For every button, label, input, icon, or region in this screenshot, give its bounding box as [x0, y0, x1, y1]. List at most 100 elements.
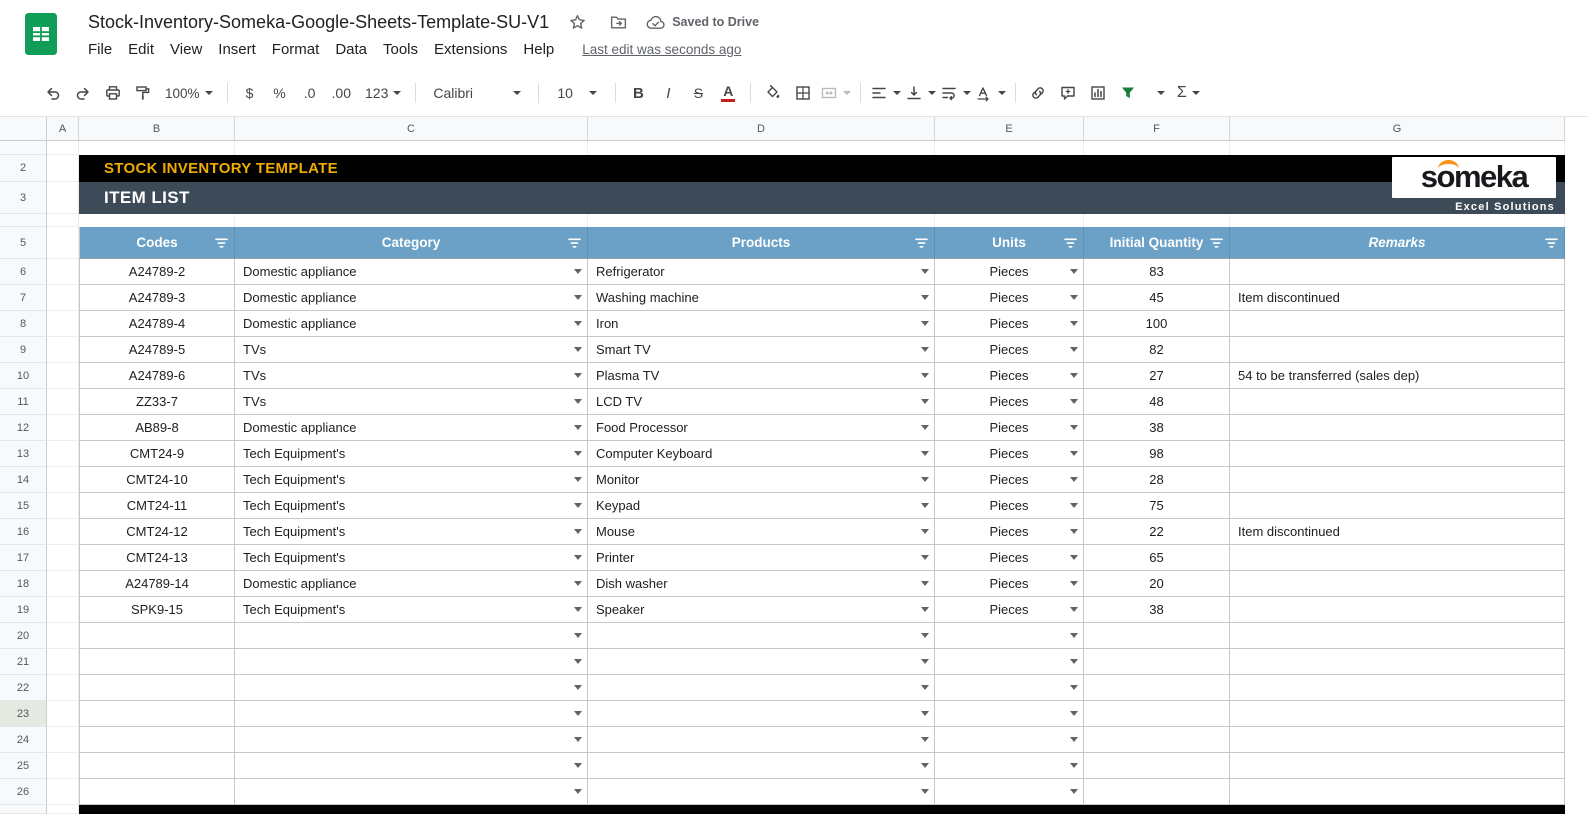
dropdown-icon[interactable] — [1070, 477, 1078, 482]
cell-g[interactable] — [1230, 141, 1565, 155]
dropdown-icon[interactable] — [921, 529, 929, 534]
increase-decimal-button[interactable]: .00 — [327, 79, 356, 107]
row-header-2[interactable]: 2 — [0, 155, 47, 182]
row-header-6[interactable]: 6 — [0, 259, 47, 285]
strikethrough-button[interactable]: S — [685, 79, 711, 107]
dropdown-icon[interactable] — [1070, 711, 1078, 716]
cell-qty[interactable] — [1084, 779, 1230, 805]
cell-product[interactable] — [588, 727, 935, 753]
cell-category[interactable]: Domestic appliance — [235, 259, 588, 285]
dropdown-icon[interactable] — [1070, 399, 1078, 404]
cell-product[interactable]: Printer — [588, 545, 935, 571]
cell-product[interactable]: Food Processor — [588, 415, 935, 441]
font-size-select[interactable]: 10 — [548, 79, 606, 107]
cell-qty[interactable]: 65 — [1084, 545, 1230, 571]
cell-category[interactable]: TVs — [235, 389, 588, 415]
dropdown-icon[interactable] — [1070, 269, 1078, 274]
cell-a[interactable] — [47, 519, 79, 545]
cell-a[interactable] — [47, 805, 79, 814]
cell-remarks[interactable] — [1230, 571, 1565, 597]
column-header-g[interactable]: G — [1230, 117, 1565, 140]
cell-remarks[interactable] — [1230, 259, 1565, 285]
dropdown-icon[interactable] — [574, 347, 582, 352]
dropdown-icon[interactable] — [574, 685, 582, 690]
create-filter-button[interactable] — [1115, 79, 1141, 107]
format-percent-button[interactable]: % — [267, 79, 293, 107]
move-to-folder-button[interactable] — [605, 9, 631, 35]
functions-button[interactable]: Σ — [1175, 79, 1201, 107]
cell-remarks[interactable] — [1230, 337, 1565, 363]
column-filter-icon[interactable] — [1064, 237, 1077, 248]
dropdown-icon[interactable] — [921, 633, 929, 638]
dropdown-icon[interactable] — [1070, 555, 1078, 560]
cell-category[interactable] — [235, 701, 588, 727]
column-title-remarks[interactable]: Remarks — [1230, 227, 1565, 259]
cell-qty[interactable]: 20 — [1084, 571, 1230, 597]
dropdown-icon[interactable] — [1070, 607, 1078, 612]
dropdown-icon[interactable] — [1070, 581, 1078, 586]
cell-category[interactable]: Tech Equipment's — [235, 597, 588, 623]
cell-a[interactable] — [47, 214, 79, 227]
cell-unit[interactable] — [935, 727, 1084, 753]
cell-remarks[interactable] — [1230, 389, 1565, 415]
column-header-b[interactable]: B — [79, 117, 235, 140]
cell-qty[interactable] — [1084, 623, 1230, 649]
cell-category[interactable] — [235, 675, 588, 701]
cell-a[interactable] — [47, 675, 79, 701]
cell-qty[interactable] — [1084, 727, 1230, 753]
cell-remarks[interactable] — [1230, 727, 1565, 753]
cell-a[interactable] — [47, 753, 79, 779]
text-rotation-button[interactable] — [975, 79, 1006, 107]
cell-c[interactable] — [235, 214, 588, 227]
row-header-10[interactable]: 10 — [0, 363, 47, 389]
format-currency-button[interactable]: $ — [237, 79, 263, 107]
column-header-a[interactable]: A — [47, 117, 79, 140]
table-end-band[interactable] — [79, 805, 1565, 814]
dropdown-icon[interactable] — [1070, 373, 1078, 378]
cell-a[interactable] — [47, 415, 79, 441]
cell-category[interactable] — [235, 779, 588, 805]
cell-a[interactable] — [47, 779, 79, 805]
cell-unit[interactable]: Pieces — [935, 571, 1084, 597]
cell-code[interactable]: CMT24-13 — [79, 545, 235, 571]
dropdown-icon[interactable] — [921, 373, 929, 378]
cell-qty[interactable]: 22 — [1084, 519, 1230, 545]
cell-product[interactable]: Keypad — [588, 493, 935, 519]
cell-a[interactable] — [47, 701, 79, 727]
dropdown-icon[interactable] — [1070, 685, 1078, 690]
undo-button[interactable] — [40, 79, 66, 107]
merge-cells-button[interactable] — [820, 79, 851, 107]
cell-category[interactable]: Tech Equipment's — [235, 545, 588, 571]
cell-a[interactable] — [47, 467, 79, 493]
cell-unit[interactable]: Pieces — [935, 597, 1084, 623]
cell-remarks[interactable] — [1230, 493, 1565, 519]
menu-format[interactable]: Format — [264, 38, 328, 61]
cell-remarks[interactable] — [1230, 415, 1565, 441]
cell-code[interactable] — [79, 753, 235, 779]
text-color-button[interactable]: A — [715, 79, 741, 107]
dropdown-icon[interactable] — [921, 607, 929, 612]
dropdown-icon[interactable] — [574, 633, 582, 638]
cell-qty[interactable]: 82 — [1084, 337, 1230, 363]
cell-qty[interactable] — [1084, 675, 1230, 701]
dropdown-icon[interactable] — [1070, 321, 1078, 326]
cell-qty[interactable] — [1084, 753, 1230, 779]
dropdown-icon[interactable] — [921, 347, 929, 352]
cell-product[interactable] — [588, 623, 935, 649]
cell-d[interactable] — [588, 141, 935, 155]
cell-product[interactable]: Computer Keyboard — [588, 441, 935, 467]
cell-code[interactable]: ZZ33-7 — [79, 389, 235, 415]
dropdown-icon[interactable] — [921, 685, 929, 690]
dropdown-icon[interactable] — [574, 477, 582, 482]
document-title[interactable]: Stock-Inventory-Someka-Google-Sheets-Tem… — [88, 12, 549, 33]
row-header-17[interactable]: 17 — [0, 545, 47, 571]
cell-qty[interactable]: 28 — [1084, 467, 1230, 493]
dropdown-icon[interactable] — [921, 737, 929, 742]
cell-product[interactable]: Speaker — [588, 597, 935, 623]
menu-help[interactable]: Help — [515, 38, 562, 61]
cell-code[interactable] — [79, 779, 235, 805]
row-header-26[interactable]: 26 — [0, 779, 47, 805]
cell-unit[interactable] — [935, 623, 1084, 649]
star-button[interactable] — [564, 9, 590, 35]
cell-code[interactable]: A24789-4 — [79, 311, 235, 337]
